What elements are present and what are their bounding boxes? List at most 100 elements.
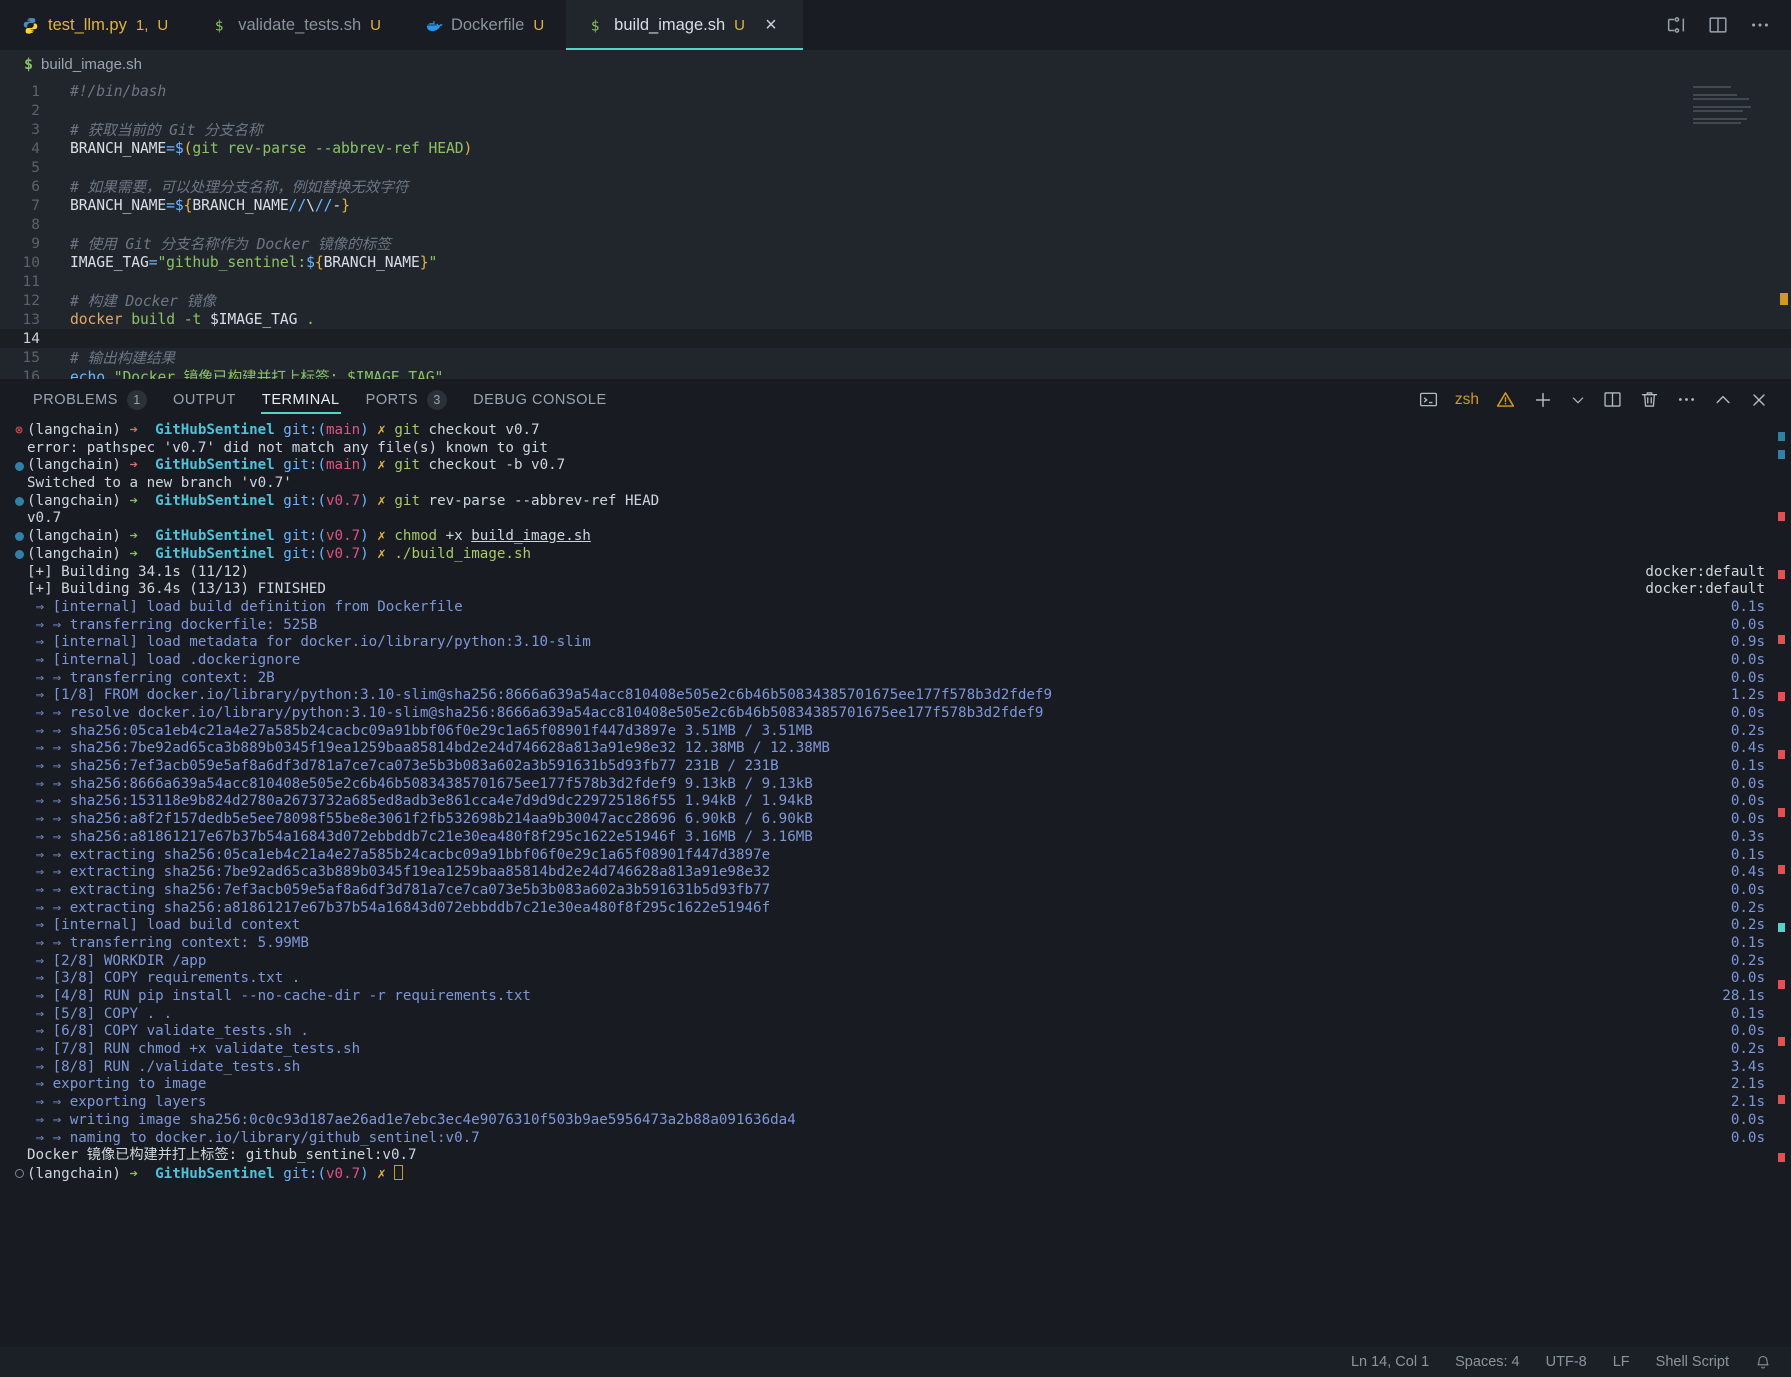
- terminal-icon[interactable]: [1418, 389, 1439, 410]
- code-line[interactable]: 4 BRANCH_NAME=$(git rev-parse --abbrev-re…: [0, 139, 1791, 158]
- code-line[interactable]: 11: [0, 272, 1791, 291]
- terminal-command-decoration[interactable]: [11, 1130, 27, 1148]
- terminal-command-decoration[interactable]: [11, 793, 27, 811]
- terminal-command-decoration[interactable]: [11, 776, 27, 794]
- code-line[interactable]: 7 BRANCH_NAME=${BRANCH_NAME//\//-}: [0, 196, 1791, 215]
- terminal-command-decoration[interactable]: [11, 528, 27, 546]
- terminal-command-decoration[interactable]: [11, 475, 27, 493]
- code-line[interactable]: 12 # 构建 Docker 镜像: [0, 291, 1791, 311]
- breadcrumb-file[interactable]: build_image.sh: [41, 56, 142, 73]
- cursor-position[interactable]: Ln 14, Col 1: [1351, 1354, 1429, 1370]
- terminal-command-decoration[interactable]: [11, 1147, 27, 1165]
- terminal-command-decoration[interactable]: [11, 917, 27, 935]
- encoding[interactable]: UTF-8: [1546, 1354, 1587, 1370]
- terminal-command-decoration[interactable]: [11, 882, 27, 900]
- tab-ports[interactable]: PORTS 3: [353, 379, 460, 420]
- terminal-more-icon[interactable]: [1676, 389, 1697, 410]
- warning-icon[interactable]: [1495, 389, 1516, 410]
- code-line[interactable]: 6 # 如果需要，可以处理分支名称，例如替换无效字符: [0, 177, 1791, 197]
- terminal-command-decoration[interactable]: [11, 493, 27, 511]
- editor-tab-validate_tests-sh[interactable]: $ validate_tests.sh U: [190, 0, 403, 50]
- terminal-token: main: [326, 457, 361, 474]
- terminal-command-decoration[interactable]: [11, 634, 27, 652]
- code-line[interactable]: 15 # 输出构建结果: [0, 348, 1791, 368]
- maximize-panel-icon[interactable]: [1713, 390, 1733, 410]
- tab-problems[interactable]: PROBLEMS 1: [20, 379, 160, 420]
- terminal-command-decoration[interactable]: [11, 670, 27, 688]
- kill-terminal-icon[interactable]: [1639, 389, 1660, 410]
- code-line[interactable]: 14: [0, 329, 1791, 348]
- terminal-command-decoration[interactable]: [11, 847, 27, 865]
- editor-tab-test_llm-py[interactable]: test_llm.py 1, U: [0, 0, 191, 50]
- terminal-command-decoration[interactable]: [11, 1023, 27, 1041]
- terminal-command-decoration[interactable]: [11, 988, 27, 1006]
- terminal-command-decoration[interactable]: [11, 687, 27, 705]
- minimap[interactable]: [1693, 86, 1755, 130]
- terminal-command-decoration[interactable]: [11, 1006, 27, 1024]
- terminal-command-decoration[interactable]: [11, 510, 27, 528]
- terminal-command-decoration[interactable]: [11, 440, 27, 458]
- terminal-command-decoration[interactable]: [11, 758, 27, 776]
- tab-terminal[interactable]: TERMINAL: [249, 379, 353, 420]
- code-line[interactable]: 10 IMAGE_TAG="github_sentinel:${BRANCH_NA…: [0, 253, 1791, 272]
- terminal-command-decoration[interactable]: [11, 829, 27, 847]
- terminal-command-decoration[interactable]: [11, 1059, 27, 1077]
- terminal-command-decoration[interactable]: [11, 1094, 27, 1112]
- terminal-command-decoration[interactable]: ⊗: [11, 422, 27, 440]
- terminal-command-decoration[interactable]: [11, 864, 27, 882]
- terminal-command-decoration[interactable]: [11, 900, 27, 918]
- terminal-command-decoration[interactable]: [11, 1041, 27, 1059]
- code-line[interactable]: 8: [0, 215, 1791, 234]
- terminal-command-decoration[interactable]: [11, 740, 27, 758]
- split-terminal-icon[interactable]: [1602, 389, 1623, 410]
- terminal-command-decoration[interactable]: [11, 705, 27, 723]
- new-terminal-icon[interactable]: [1532, 389, 1554, 411]
- code-line[interactable]: 9 # 使用 Git 分支名称作为 Docker 镜像的标签: [0, 234, 1791, 254]
- editor-tab-dockerfile[interactable]: Dockerfile U: [402, 0, 567, 50]
- code-line[interactable]: 13 docker build -t $IMAGE_TAG .: [0, 310, 1791, 329]
- terminal-line: Docker 镜像已构建并打上标签: github_sentinel:v0.7: [11, 1147, 1791, 1165]
- terminal-output[interactable]: ⊗ (langchain) ➔ GitHubSentinel git:(main)…: [0, 420, 1791, 1347]
- breadcrumb[interactable]: $ build_image.sh: [0, 50, 1791, 78]
- terminal-command-decoration[interactable]: [11, 811, 27, 829]
- more-actions-icon[interactable]: [1749, 14, 1771, 36]
- tab-output[interactable]: OUTPUT: [160, 379, 249, 420]
- terminal-command-decoration[interactable]: [11, 617, 27, 635]
- terminal-command-decoration[interactable]: [11, 564, 27, 582]
- code-line[interactable]: 3 # 获取当前的 Git 分支名称: [0, 120, 1791, 140]
- split-editor-icon[interactable]: [1707, 14, 1729, 36]
- terminal-command-decoration[interactable]: [11, 546, 27, 564]
- terminal-step-duration: docker:default: [1645, 581, 1765, 598]
- terminal-command-decoration[interactable]: [11, 1165, 27, 1183]
- terminal-command-decoration[interactable]: [11, 723, 27, 741]
- terminal-command-decoration[interactable]: [11, 599, 27, 617]
- terminal-token: ✗: [377, 492, 386, 509]
- eol[interactable]: LF: [1613, 1354, 1630, 1370]
- close-icon[interactable]: ×: [761, 15, 781, 35]
- terminal-token: GitHubSentinel: [155, 1165, 275, 1182]
- notifications-bell-icon[interactable]: [1755, 1354, 1771, 1371]
- code-editor[interactable]: 1 #!/bin/bash 2 3 # 获取当前的 Git 分支名称 4 BRANCH_NA…: [0, 78, 1791, 379]
- language-mode[interactable]: Shell Script: [1656, 1354, 1729, 1370]
- indentation[interactable]: Spaces: 4: [1455, 1354, 1520, 1370]
- chevron-down-icon[interactable]: [1570, 392, 1586, 408]
- code-line[interactable]: 5: [0, 158, 1791, 177]
- editor-tab-build_image-sh[interactable]: $ build_image.sh U ×: [566, 0, 804, 50]
- split-editor-right-icon[interactable]: [1665, 14, 1687, 36]
- terminal-command-decoration[interactable]: [11, 652, 27, 670]
- code-line[interactable]: 2: [0, 101, 1791, 120]
- terminal-command-decoration[interactable]: [11, 1076, 27, 1094]
- terminal-shell-label[interactable]: zsh: [1455, 391, 1479, 409]
- terminal-command-decoration[interactable]: [11, 953, 27, 971]
- code-line[interactable]: 1 #!/bin/bash: [0, 82, 1791, 101]
- terminal-command-decoration[interactable]: [11, 970, 27, 988]
- code-lines[interactable]: 1 #!/bin/bash 2 3 # 获取当前的 Git 分支名称 4 BRANCH_NA…: [0, 78, 1791, 379]
- terminal-command-decoration[interactable]: [11, 457, 27, 475]
- terminal-command-decoration[interactable]: [11, 935, 27, 953]
- terminal-token: [+] Building 36.4s (13/13) FINISHED: [27, 581, 326, 598]
- tab-debug-console[interactable]: DEBUG CONSOLE: [460, 379, 620, 420]
- code-line[interactable]: 16 echo "Docker 镜像已构建并打上标签: $IMAGE_TAG": [0, 367, 1791, 380]
- terminal-command-decoration[interactable]: [11, 1112, 27, 1130]
- close-panel-icon[interactable]: [1749, 390, 1769, 410]
- terminal-command-decoration[interactable]: [11, 581, 27, 599]
